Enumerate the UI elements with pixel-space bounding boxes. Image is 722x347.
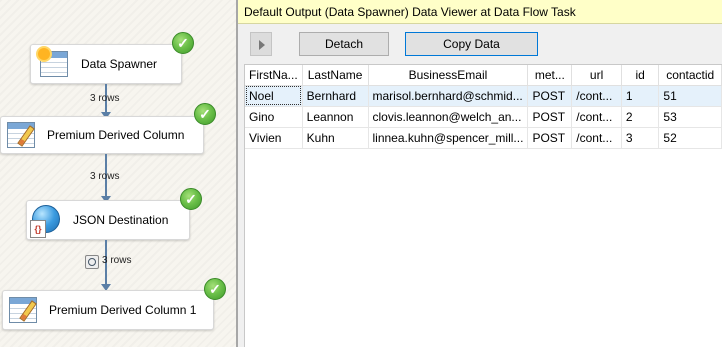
data-grid[interactable]: FirstNa... LastName BusinessEmail met...… <box>244 64 722 347</box>
data-spawner-node[interactable]: Data Spawner <box>30 44 182 84</box>
table-row[interactable]: Gino Leannon clovis.leannon@welch_an... … <box>245 106 722 128</box>
table-cell[interactable]: clovis.leannon@welch_an... <box>368 106 529 128</box>
data-flow-canvas[interactable]: Data Spawner ✓ 3 rows Premium Derived Co… <box>0 0 238 347</box>
node-label: Premium Derived Column <box>47 128 185 142</box>
table-cell[interactable]: linnea.kuhn@spencer_mill... <box>368 127 529 149</box>
table-cell[interactable]: /cont... <box>571 106 622 128</box>
column-header[interactable]: FirstNa... <box>245 65 303 86</box>
table-cell[interactable]: POST <box>527 106 573 128</box>
table-cell[interactable]: Gino <box>245 106 303 128</box>
table-cell[interactable]: 53 <box>658 106 722 128</box>
table-cell[interactable]: Leannon <box>302 106 369 128</box>
table-cell[interactable]: 1 <box>621 85 660 107</box>
row-count-label: 3 rows <box>90 93 120 104</box>
table-cell[interactable]: 52 <box>658 127 722 149</box>
table-row[interactable]: Vivien Kuhn linnea.kuhn@spencer_mill... … <box>245 127 722 149</box>
detach-button[interactable]: Detach <box>299 32 389 56</box>
premium-derived-column-node[interactable]: Premium Derived Column <box>0 116 204 154</box>
column-header[interactable]: BusinessEmail <box>368 65 529 86</box>
column-header[interactable]: met... <box>527 65 573 86</box>
data-viewer-window: Default Output (Data Spawner) Data Viewe… <box>238 0 722 347</box>
table-cell[interactable]: Vivien <box>245 127 303 149</box>
row-count-label: 3 rows <box>90 171 120 182</box>
column-header[interactable]: id <box>621 65 660 86</box>
table-cell[interactable]: /cont... <box>571 85 622 107</box>
viewer-title: Default Output (Data Spawner) Data Viewe… <box>238 0 722 24</box>
data-viewer-magnifier-icon[interactable] <box>85 255 99 269</box>
row-count-label: 3 rows <box>102 255 132 266</box>
table-cell[interactable]: Bernhard <box>302 85 369 107</box>
table-cell[interactable]: marisol.bernhard@schmid... <box>368 85 529 107</box>
node-label: Data Spawner <box>81 57 158 71</box>
continue-play-button[interactable] <box>250 32 272 56</box>
table-cell[interactable]: Kuhn <box>302 127 369 149</box>
copy-data-button[interactable]: Copy Data <box>405 32 538 56</box>
grid-header-row: FirstNa... LastName BusinessEmail met...… <box>245 65 722 86</box>
success-check-icon: ✓ <box>180 188 202 210</box>
table-cell[interactable]: Noel <box>245 85 303 107</box>
json-destination-node[interactable]: {} JSON Destination <box>26 200 190 240</box>
table-cell[interactable]: 51 <box>658 85 722 107</box>
premium-derived-column-1-node[interactable]: Premium Derived Column 1 <box>2 290 214 330</box>
table-row[interactable]: Noel Bernhard marisol.bernhard@schmid...… <box>245 85 722 107</box>
column-header[interactable]: LastName <box>302 65 369 86</box>
table-cell[interactable]: /cont... <box>571 127 622 149</box>
table-cell[interactable]: POST <box>527 85 573 107</box>
success-check-icon: ✓ <box>194 103 216 125</box>
table-cell[interactable]: POST <box>527 127 573 149</box>
node-label: Premium Derived Column 1 <box>49 303 197 317</box>
success-check-icon: ✓ <box>204 278 226 300</box>
spawner-sun-icon <box>38 48 50 60</box>
node-label: JSON Destination <box>73 213 169 227</box>
json-file-icon: {} <box>30 220 46 238</box>
table-cell[interactable]: 2 <box>621 106 660 128</box>
table-cell[interactable]: 3 <box>621 127 660 149</box>
column-header[interactable]: contactid <box>658 65 722 86</box>
viewer-toolbar: Detach Copy Data <box>238 24 722 64</box>
column-header[interactable]: url <box>571 65 622 86</box>
success-check-icon: ✓ <box>172 32 194 54</box>
